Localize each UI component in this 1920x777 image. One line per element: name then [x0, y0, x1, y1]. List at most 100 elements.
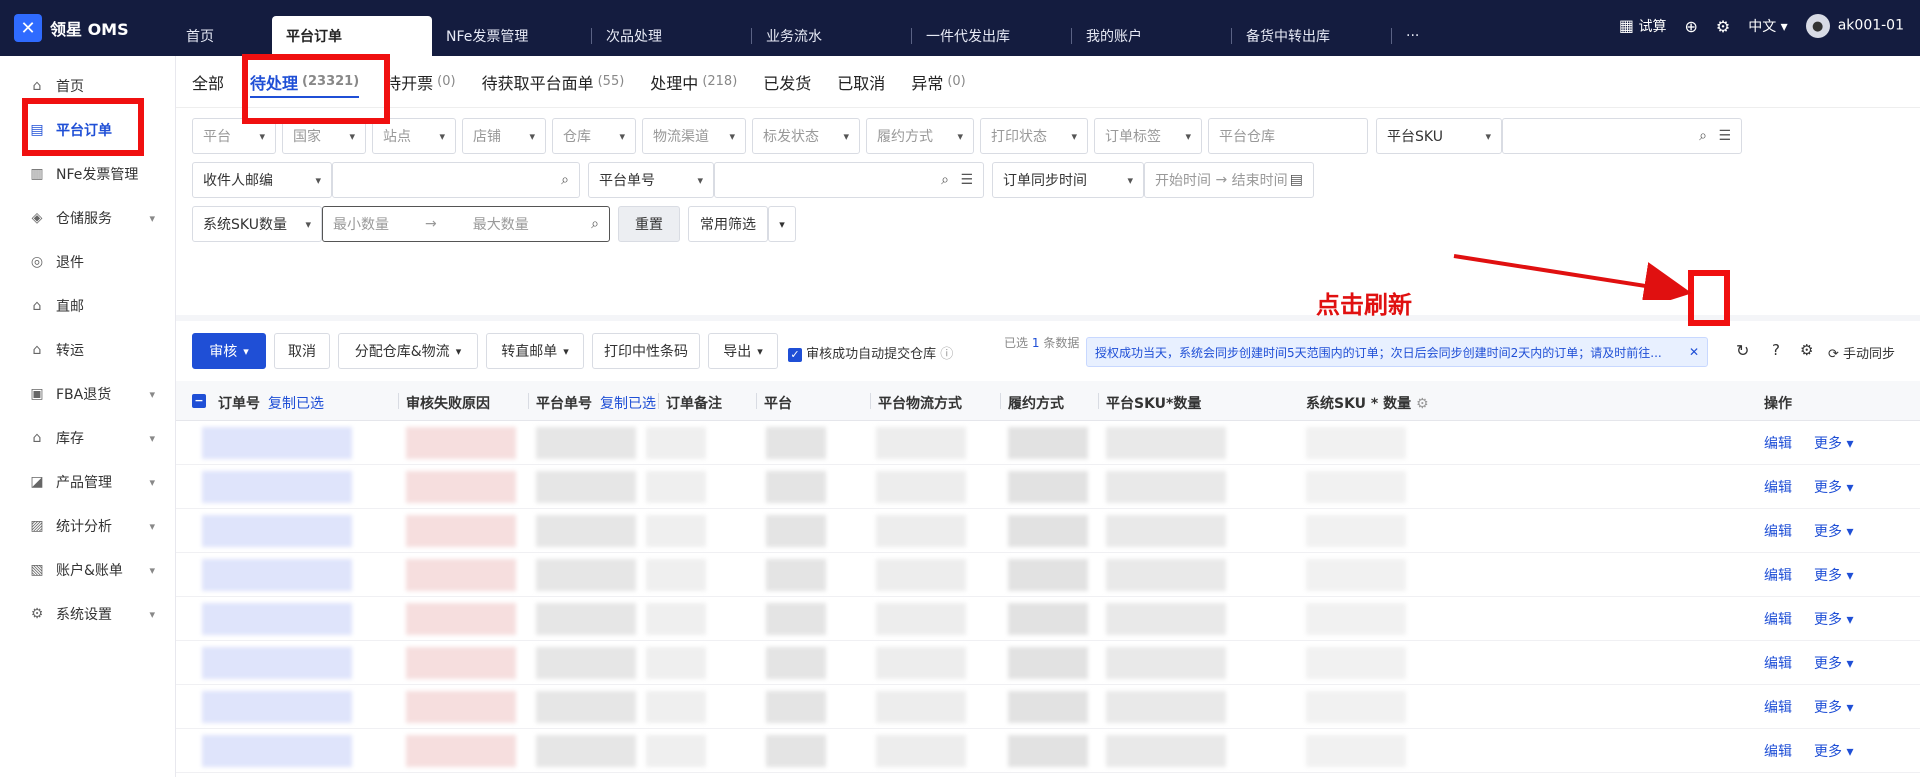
assign-warehouse-button[interactable]: 分配仓库&物流 ▾ [338, 333, 478, 369]
tab-cancelled[interactable]: 已取消 [837, 56, 885, 108]
topnav-transfer[interactable]: 备货中转出库 [1232, 16, 1392, 56]
manual-sync-button[interactable]: ⟳ 手动同步 [1828, 343, 1895, 362]
sidebar-item-platform-orders[interactable]: ▤ 平台订单 [0, 108, 175, 152]
platform-warehouse-input[interactable]: 平台仓库 [1208, 118, 1368, 154]
sidebar-item-products[interactable]: ◪ 产品管理 ▾ [0, 460, 175, 504]
recipient-zip-input[interactable]: ⌕ [332, 162, 580, 198]
edit-link[interactable]: 编辑 [1764, 433, 1792, 453]
to-direct-mail-button[interactable]: 转直邮单 ▾ [486, 333, 584, 369]
order-tag-select[interactable]: 订单标签 ▾ [1094, 118, 1202, 154]
print-status-select[interactable]: 打印状态 ▾ [980, 118, 1088, 154]
edit-link[interactable]: 编辑 [1764, 653, 1792, 673]
more-dropdown[interactable]: 更多 ▾ [1814, 477, 1853, 497]
more-dropdown[interactable]: 更多 ▾ [1814, 565, 1853, 585]
list-icon[interactable]: ☰ [960, 172, 973, 188]
help-icon[interactable]: ? [1772, 341, 1780, 359]
cancel-button[interactable]: 取消 [274, 333, 330, 369]
more-dropdown[interactable]: 更多 ▾ [1814, 741, 1853, 761]
more-dropdown[interactable]: 更多 ▾ [1814, 433, 1853, 453]
edit-link[interactable]: 编辑 [1764, 521, 1792, 541]
sidebar-item-home[interactable]: ⌂ 首页 [0, 64, 175, 108]
download-icon[interactable]: ⊕ [1684, 17, 1697, 36]
site-select[interactable]: 站点 ▾ [372, 118, 456, 154]
tab-await-label[interactable]: 待获取平台面单 (55) [482, 56, 625, 108]
search-icon[interactable]: ⌕ [941, 172, 949, 188]
select-placeholder: 站点 [383, 129, 411, 145]
print-barcode-button[interactable]: 打印中性条码 [592, 333, 700, 369]
tab-pending[interactable]: 待处理 (23321) [250, 56, 360, 108]
platform-select[interactable]: 平台 ▾ [192, 118, 276, 154]
edit-link[interactable]: 编辑 [1764, 609, 1792, 629]
reset-button[interactable]: 重置 [618, 206, 680, 242]
sidebar-item-direct-mail[interactable]: ⌂ 直邮 [0, 284, 175, 328]
topnav-defects[interactable]: 次品处理 [592, 16, 752, 56]
copy-selected-link[interactable]: 复制已选 [268, 396, 324, 412]
search-icon[interactable]: ⌕ [591, 216, 599, 232]
date-range-input[interactable]: 开始时间 → 结束时间 ▤ [1144, 162, 1314, 198]
topnav-nfe[interactable]: NFe发票管理 [432, 16, 592, 56]
sys-sku-qty-select[interactable]: 系统SKU数量 ▾ [192, 206, 322, 242]
tab-to-invoice[interactable]: 待开票 (0) [385, 56, 455, 108]
select-all-checkbox[interactable]: − [192, 393, 206, 409]
refresh-icon[interactable]: ↻ [1736, 341, 1749, 360]
qty-range-input[interactable]: 最小数量 → 最大数量 ⌕ [322, 206, 610, 242]
brand-logo[interactable]: ✕ 领星 OMS [14, 14, 129, 42]
country-select[interactable]: 国家 ▾ [282, 118, 366, 154]
topnav-flow[interactable]: 业务流水 [752, 16, 912, 56]
settings-icon[interactable]: ⚙ [1416, 396, 1429, 412]
export-button[interactable]: 导出 ▾ [708, 333, 778, 369]
platform-order-input[interactable]: ⌕ ☰ [714, 162, 984, 198]
language-select[interactable]: 中文 ▾ [1748, 16, 1787, 36]
edit-link[interactable]: 编辑 [1764, 477, 1792, 497]
fulfillment-select[interactable]: 履约方式 ▾ [866, 118, 974, 154]
common-filter-button[interactable]: 常用筛选 [688, 206, 768, 242]
topnav-more[interactable]: ··· [1392, 16, 1452, 56]
divider [1098, 393, 1099, 409]
edit-link[interactable]: 编辑 [1764, 697, 1792, 717]
platform-order-select[interactable]: 平台单号 ▾ [588, 162, 714, 198]
store-select[interactable]: 店铺 ▾ [462, 118, 546, 154]
recipient-zip-select[interactable]: 收件人邮编 ▾ [192, 162, 332, 198]
sync-time-select[interactable]: 订单同步时间 ▾ [992, 162, 1144, 198]
search-icon[interactable]: ⌕ [1699, 128, 1707, 144]
more-dropdown[interactable]: 更多 ▾ [1814, 653, 1853, 673]
mark-status-select[interactable]: 标发状态 ▾ [752, 118, 860, 154]
logistics-channel-select[interactable]: 物流渠道 ▾ [642, 118, 746, 154]
topnav-platform-orders[interactable]: 平台订单 [272, 16, 432, 56]
tab-processing[interactable]: 处理中 (218) [650, 56, 737, 108]
sidebar-item-warehouse[interactable]: ◈ 仓储服务 ▾ [0, 196, 175, 240]
platform-sku-input[interactable]: ⌕ ☰ [1502, 118, 1742, 154]
topnav-dropship[interactable]: 一件代发出库 [912, 16, 1072, 56]
close-icon[interactable]: ✕ [1689, 345, 1699, 359]
sidebar-item-settings[interactable]: ⚙ 系统设置 ▾ [0, 592, 175, 636]
tab-exception[interactable]: 异常 (0) [911, 56, 965, 108]
edit-link[interactable]: 编辑 [1764, 565, 1792, 585]
sidebar-item-nfe[interactable]: ▥ NFe发票管理 [0, 152, 175, 196]
common-filter-dropdown[interactable]: ▾ [768, 206, 796, 242]
more-dropdown[interactable]: 更多 ▾ [1814, 697, 1853, 717]
topnav-account[interactable]: 我的账户 [1072, 16, 1232, 56]
warehouse-select[interactable]: 仓库 ▾ [552, 118, 636, 154]
sidebar-item-inventory[interactable]: ⌂ 库存 ▾ [0, 416, 175, 460]
sidebar-item-transit[interactable]: ⌂ 转运 [0, 328, 175, 372]
tab-shipped[interactable]: 已发货 [763, 56, 811, 108]
sidebar-item-fba-returns[interactable]: ▣ FBA退货 ▾ [0, 372, 175, 416]
auto-submit-checkbox[interactable]: ✓ 审核成功自动提交仓库 ⓘ [788, 343, 953, 362]
tab-all[interactable]: 全部 [192, 56, 224, 108]
settings-icon[interactable]: ⚙ [1716, 17, 1730, 36]
list-icon[interactable]: ☰ [1718, 128, 1731, 144]
platform-sku-select[interactable]: 平台SKU ▾ [1376, 118, 1502, 154]
sidebar-item-returns[interactable]: ◎ 退件 [0, 240, 175, 284]
trial-button[interactable]: ▦ 试算 [1619, 16, 1667, 36]
more-dropdown[interactable]: 更多 ▾ [1814, 521, 1853, 541]
search-icon[interactable]: ⌕ [561, 172, 569, 188]
review-button[interactable]: 审核 ▾ [192, 333, 266, 369]
user-menu[interactable]: ● ak001-01 [1805, 14, 1904, 38]
sidebar-item-billing[interactable]: ▧ 账户&账单 ▾ [0, 548, 175, 592]
topnav-home[interactable]: 首页 [172, 16, 272, 56]
edit-link[interactable]: 编辑 [1764, 741, 1792, 761]
sidebar-item-stats[interactable]: ▨ 统计分析 ▾ [0, 504, 175, 548]
copy-selected-link[interactable]: 复制已选 [600, 396, 656, 412]
column-settings-icon[interactable]: ⚙ [1800, 341, 1813, 359]
more-dropdown[interactable]: 更多 ▾ [1814, 609, 1853, 629]
